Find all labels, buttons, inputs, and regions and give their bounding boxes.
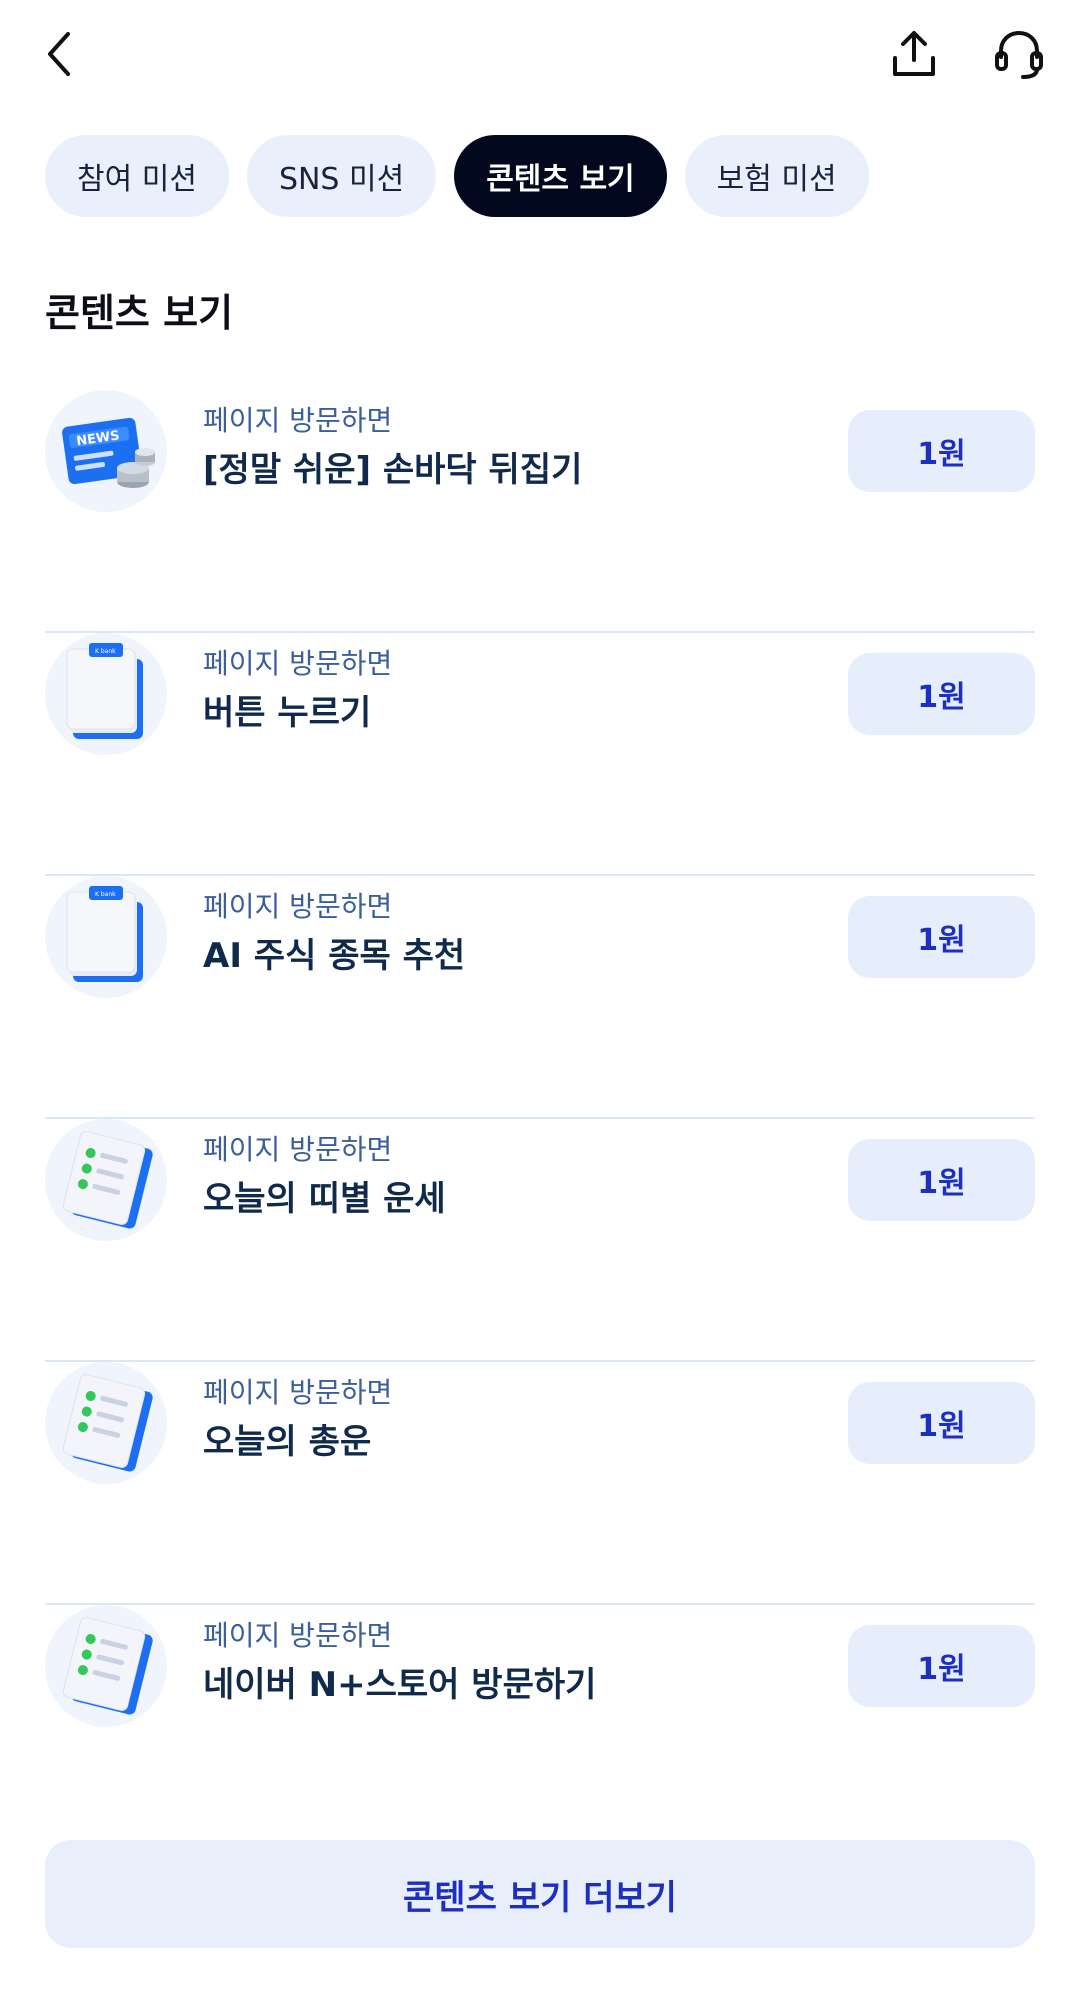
item-subtitle: 페이지 방문하면: [203, 1133, 393, 1166]
list-item[interactable]: K bank 페이지 방문하면 버튼 누르기 1원: [45, 633, 1035, 876]
item-title: 버튼 누르기: [203, 693, 372, 733]
item-title: [정말 쉬운] 손바닥 뒤집기: [203, 450, 583, 490]
item-title: AI 주식 종목 추천: [203, 936, 466, 976]
item-title: 네이버 N+스토어 방문하기: [203, 1665, 597, 1705]
checklist-icon: [45, 1605, 167, 1727]
share-upload-icon: [893, 31, 935, 76]
content-list: NEWS 페이지 방문하면 [정말 쉬운] 손바닥 뒤집기 1원 K bank …: [45, 390, 1035, 1848]
view-more-content-button[interactable]: 콘텐츠 보기 더보기: [45, 1840, 1035, 1948]
reward-button[interactable]: 1원: [848, 410, 1035, 492]
list-item[interactable]: NEWS 페이지 방문하면 [정말 쉬운] 손바닥 뒤집기 1원: [45, 390, 1035, 633]
clipboard-icon: K bank: [45, 633, 167, 755]
chevron-left-icon: [48, 32, 70, 76]
svg-text:K bank: K bank: [95, 648, 116, 655]
reward-button[interactable]: 1원: [848, 653, 1035, 735]
list-item[interactable]: K bank 페이지 방문하면 AI 주식 종목 추천 1원: [45, 876, 1035, 1119]
item-subtitle: 페이지 방문하면: [203, 404, 393, 437]
support-button[interactable]: [985, 20, 1053, 88]
list-item[interactable]: 페이지 방문하면 오늘의 띠별 운세 1원: [45, 1119, 1035, 1362]
back-button[interactable]: [28, 22, 92, 86]
share-button[interactable]: [880, 20, 948, 88]
tab-participation-mission[interactable]: 참여 미션: [45, 135, 229, 217]
headset-icon: [995, 30, 1043, 79]
top-bar: [0, 0, 1080, 110]
item-subtitle: 페이지 방문하면: [203, 1376, 393, 1409]
checklist-icon: [45, 1119, 167, 1241]
checklist-icon: [45, 1362, 167, 1484]
section-title: 콘텐츠 보기: [45, 291, 234, 335]
mission-tabs: 참여 미션 SNS 미션 콘텐츠 보기 보험 미션: [45, 135, 869, 217]
clipboard-icon: K bank: [45, 876, 167, 998]
item-subtitle: 페이지 방문하면: [203, 890, 393, 923]
item-subtitle: 페이지 방문하면: [203, 647, 393, 680]
reward-button[interactable]: 1원: [848, 1382, 1035, 1464]
item-title: 오늘의 띠별 운세: [203, 1179, 446, 1219]
tab-insurance-mission[interactable]: 보험 미션: [684, 135, 869, 217]
item-title: 오늘의 총운: [203, 1422, 372, 1462]
reward-button[interactable]: 1원: [848, 1139, 1035, 1221]
reward-button[interactable]: 1원: [848, 896, 1035, 978]
item-subtitle: 페이지 방문하면: [203, 1619, 393, 1652]
svg-text:K bank: K bank: [95, 891, 116, 898]
tab-sns-mission[interactable]: SNS 미션: [246, 135, 437, 217]
tab-view-content[interactable]: 콘텐츠 보기: [454, 135, 667, 217]
reward-button[interactable]: 1원: [848, 1625, 1035, 1707]
list-item[interactable]: 페이지 방문하면 네이버 N+스토어 방문하기 1원: [45, 1605, 1035, 1848]
list-item[interactable]: 페이지 방문하면 오늘의 총운 1원: [45, 1362, 1035, 1605]
news-icon: NEWS: [45, 390, 167, 512]
